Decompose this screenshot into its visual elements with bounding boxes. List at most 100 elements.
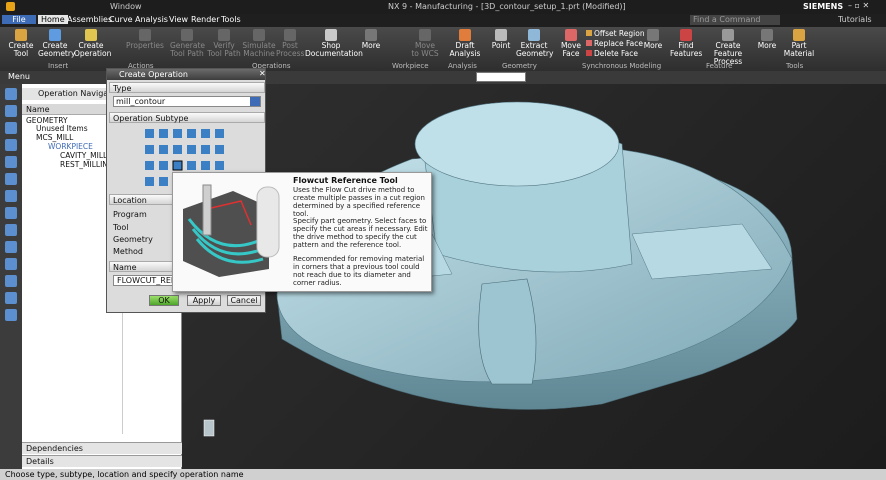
extract-geometry-button[interactable]: Extract Geometry	[516, 29, 553, 58]
offset-icon	[586, 30, 592, 36]
part-navigator-icon[interactable]	[5, 105, 17, 117]
verify-icon	[218, 29, 230, 41]
status-bar: Choose type, subtype, location and speci…	[0, 469, 886, 480]
menu-dropdown[interactable]: Menu	[8, 72, 30, 81]
extract-icon	[528, 29, 540, 41]
find-features-button[interactable]: Find Features	[670, 29, 702, 58]
system-scenes-icon[interactable]	[5, 224, 17, 236]
navigator-tab-icon[interactable]	[5, 88, 17, 100]
apply-button[interactable]: Apply	[187, 295, 221, 306]
more-button-2[interactable]: More	[642, 29, 664, 50]
generate-icon	[181, 29, 193, 41]
feature-process-icon	[722, 29, 734, 41]
subtype-tooltip: Flowcut Reference Tool Uses the Flow Cut…	[172, 172, 432, 292]
group-analysis: Analysis	[448, 62, 477, 70]
move-face-icon	[565, 29, 577, 41]
roles-icon[interactable]	[5, 207, 17, 219]
menu-file[interactable]: File	[2, 15, 36, 24]
more-button-3[interactable]: More	[756, 29, 778, 50]
history-icon[interactable]	[5, 190, 17, 202]
tooltip-paragraph-1: Uses the Flow Cut drive method to create…	[293, 186, 425, 218]
menu-bar: File Home Assemblies Curve Analysis View…	[0, 14, 886, 27]
create-operation-icon	[85, 29, 97, 41]
window-controls[interactable]: – ▫ ✕	[848, 1, 869, 10]
hd3d-icon[interactable]	[5, 156, 17, 168]
reuse-library-icon[interactable]	[5, 139, 17, 151]
move-wcs-icon	[419, 29, 431, 41]
more-icon	[761, 29, 773, 41]
tutorials-link[interactable]: Tutorials	[838, 15, 872, 24]
type-section-header[interactable]: Type	[109, 82, 265, 93]
type-select[interactable]: mill_contour	[113, 96, 261, 107]
resource-bar	[0, 84, 22, 469]
post-process-button[interactable]: Post Process	[276, 29, 304, 58]
assembly-navigator-icon[interactable]	[5, 122, 17, 134]
simulate-machine-button[interactable]: Simulate Machine	[242, 29, 276, 58]
tool-library-icon[interactable]	[5, 258, 17, 270]
machine-navigator-icon[interactable]	[5, 241, 17, 253]
draft-analysis-icon	[459, 29, 471, 41]
create-geometry-icon	[49, 29, 61, 41]
subtype-section-header[interactable]: Operation Subtype	[109, 112, 265, 123]
verify-tool-path-button[interactable]: Verify Tool Path	[207, 29, 241, 58]
create-feature-process-button[interactable]: Create Feature Process	[702, 29, 754, 66]
more-button-1[interactable]: More	[360, 29, 382, 50]
create-tool-icon	[15, 29, 27, 41]
feature-navigator-icon[interactable]	[5, 275, 17, 287]
ok-button[interactable]: OK	[149, 295, 179, 306]
draft-analysis-button[interactable]: Draft Analysis	[447, 29, 483, 58]
create-geometry-button[interactable]: Create Geometry	[38, 29, 75, 58]
command-search-input[interactable]: Find a Command	[690, 15, 780, 25]
tree-item-mcs-mill[interactable]: MCS_MILL	[36, 133, 73, 142]
find-icon	[680, 29, 692, 41]
dialog-title: Create Operation	[107, 69, 265, 80]
move-face-button[interactable]: Move Face	[558, 29, 584, 58]
group-workpiece: Workpiece	[392, 62, 429, 70]
more-icon	[365, 29, 377, 41]
cancel-button[interactable]: Cancel	[227, 295, 261, 306]
siemens-logo: SIEMENS	[803, 2, 844, 11]
tree-item-cavity-mill[interactable]: CAVITY_MILL	[60, 151, 107, 160]
face-menu: Offset Region Replace Face Delete Face	[586, 29, 645, 59]
dialog-close-button[interactable]: ✕	[259, 69, 266, 78]
menu-tools[interactable]: Tools	[218, 15, 244, 24]
window-menu[interactable]: Window	[110, 2, 142, 11]
window-title: NX 9 - Manufacturing - [3D_contour_setup…	[388, 2, 626, 11]
material-icon	[793, 29, 805, 41]
properties-button[interactable]: Properties	[125, 29, 165, 50]
group-insert: Insert	[48, 62, 69, 70]
tree-item-unused[interactable]: Unused Items	[36, 124, 88, 133]
point-button[interactable]: Point	[488, 29, 514, 50]
program-label: Program	[113, 210, 147, 219]
selection-filter-select[interactable]	[476, 72, 526, 82]
post-icon	[284, 29, 296, 41]
document-icon	[325, 29, 337, 41]
details-panel[interactable]: Details	[22, 455, 182, 467]
process-navigator-icon[interactable]	[5, 292, 17, 304]
tool-label: Tool	[113, 223, 129, 232]
tree-item-workpiece[interactable]: WORKPIECE	[48, 142, 93, 151]
ribbon: Create Tool Create Geometry Create Opera…	[0, 27, 886, 71]
group-tools: Tools	[786, 62, 804, 70]
group-geometry: Geometry	[502, 62, 537, 70]
web-browser-icon[interactable]	[5, 173, 17, 185]
tooltip-title: Flowcut Reference Tool	[293, 176, 398, 185]
generate-tool-path-button[interactable]: Generate Tool Path	[170, 29, 205, 58]
chevron-down-icon	[250, 97, 260, 106]
create-tool-button[interactable]: Create Tool	[6, 29, 36, 58]
shop-documentation-button[interactable]: Shop Documentation	[305, 29, 363, 58]
dependencies-panel[interactable]: Dependencies	[22, 442, 182, 454]
properties-icon	[139, 29, 151, 41]
geometry-label: Geometry	[113, 235, 153, 244]
offset-region-button[interactable]: Offset Region	[586, 29, 645, 39]
simulate-icon	[253, 29, 265, 41]
create-operation-button[interactable]: Create Operation	[74, 29, 111, 58]
part-material-button[interactable]: Part Material	[782, 29, 816, 58]
method-label: Method	[113, 247, 144, 256]
tooltip-paragraph-3: Recommended for removing material in cor…	[293, 255, 425, 287]
delete-face-button[interactable]: Delete Face	[586, 49, 645, 59]
move-to-wcs-button[interactable]: Move to WCS	[410, 29, 440, 58]
delete-icon	[586, 50, 592, 56]
replace-face-button[interactable]: Replace Face	[586, 39, 645, 49]
measure-icon[interactable]	[5, 309, 17, 321]
